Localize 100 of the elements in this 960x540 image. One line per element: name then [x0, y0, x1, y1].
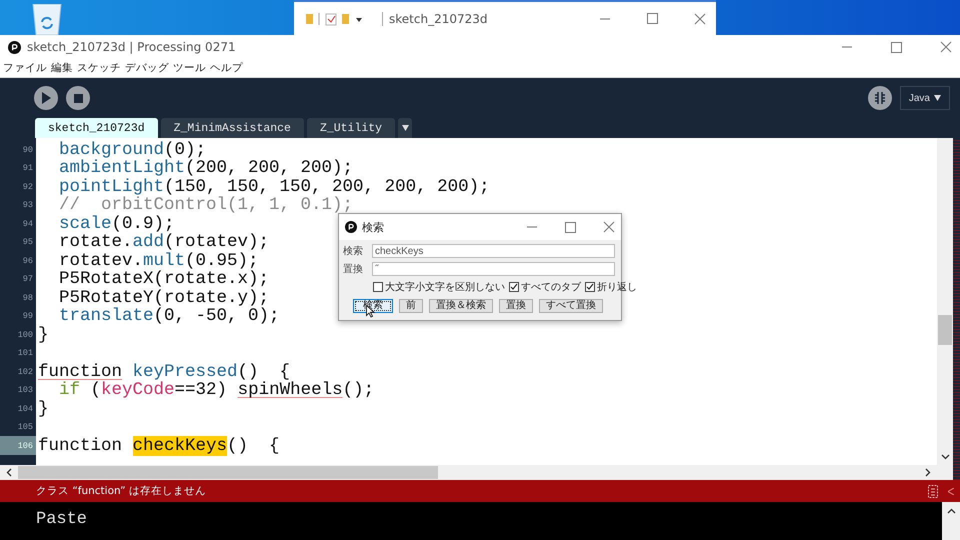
code-token: (0, -50, 0); [154, 306, 280, 326]
checkbox[interactable] [509, 282, 519, 292]
line-number: 90 [22, 144, 34, 157]
input-field[interactable]: ˝ [372, 262, 615, 276]
line-number: 106 [0, 436, 36, 455]
close-icon[interactable] [603, 221, 615, 233]
code-token: function [38, 362, 122, 382]
menu-item[interactable]: ヘルプ [210, 61, 243, 76]
code-token: // orbitControl(1, 1, 0.1); [58, 195, 354, 216]
line-number: 102 [16, 366, 34, 379]
code-token: rotate. [58, 232, 133, 252]
code-token: (150, 150, 150, 200, 200, 200); [164, 176, 490, 197]
maximize-icon[interactable] [565, 222, 576, 232]
line-number: 101 [16, 347, 34, 360]
recycle-bin-icon[interactable] [30, 4, 64, 35]
app-logo-icon [345, 221, 357, 233]
tab-menu-button[interactable] [398, 118, 412, 138]
vertical-scrollbar[interactable] [937, 138, 953, 466]
caret-icon [402, 125, 409, 132]
code-token: P5RotateY(rotate.y); [58, 288, 270, 308]
code-token: checkKeys [132, 436, 228, 456]
dialog-button[interactable]: 前 [399, 299, 423, 313]
chevron-down-icon[interactable] [940, 454, 950, 460]
error-message: クラス “function” は存在しません [36, 484, 207, 498]
menu-item[interactable]: ファイル [3, 61, 47, 76]
line-number: 93 [22, 199, 34, 212]
line-number: 95 [22, 236, 34, 250]
line-number: 91 [22, 162, 34, 176]
code-token: () { [238, 362, 290, 382]
chevron-right-icon[interactable] [925, 468, 931, 478]
menu-item[interactable]: ツール [173, 61, 206, 76]
code-token: (rotatev); [164, 232, 270, 252]
code-token: function [38, 436, 124, 456]
code-token: translate [58, 306, 154, 326]
field-label: 置換 [343, 262, 364, 276]
code-token: () { [227, 436, 280, 456]
code-token: mult [143, 250, 186, 271]
line-number: 99 [22, 310, 34, 324]
code-token: keyPressed [132, 362, 238, 382]
menu-item[interactable]: 編集 [51, 61, 73, 76]
close-icon[interactable] [694, 12, 706, 24]
code-token: ambientLight [58, 158, 186, 178]
editor-tab[interactable]: sketch_210723d [35, 118, 158, 138]
line-number: 97 [22, 273, 34, 286]
code-token: (0.95); [185, 250, 259, 271]
code-token: P5RotateX(rotate.x); [58, 269, 270, 290]
code-token: if [58, 380, 80, 400]
code-token: pointLight [58, 176, 164, 197]
line-number: 104 [16, 402, 34, 416]
dialog-button[interactable]: すべて置換 [539, 299, 603, 313]
caret-icon [934, 95, 941, 102]
menu-item[interactable]: スケッチ [77, 61, 121, 76]
line-number: 92 [22, 180, 34, 194]
checkbox[interactable] [373, 282, 383, 292]
stop-icon [74, 94, 82, 103]
code-token: (200, 200, 200); [185, 158, 354, 178]
checkbox[interactable] [585, 282, 595, 292]
code-token: } [38, 398, 49, 419]
code-token: (); [342, 380, 374, 400]
chevron-up-icon[interactable] [946, 508, 956, 514]
dialog-button[interactable]: 置換 [499, 299, 533, 313]
horizontal-scrollbar[interactable] [0, 465, 953, 480]
scrollbar-thumb[interactable] [18, 466, 438, 480]
code-token: ( [90, 380, 102, 400]
editor-tab[interactable]: Z_Utility [306, 118, 396, 138]
document-icon[interactable] [928, 484, 938, 498]
maximize-icon[interactable] [647, 13, 658, 24]
app-logo-icon [8, 40, 21, 54]
line-number: 96 [22, 254, 34, 268]
mode-dropdown[interactable]: Java [900, 86, 950, 110]
menu-item[interactable]: デバッグ [125, 61, 169, 76]
code-token: spinWheels [238, 380, 343, 400]
scrollbar-thumb[interactable] [938, 315, 952, 346]
code-token: (0); [164, 140, 206, 160]
close-icon[interactable] [940, 41, 952, 54]
dialog-button[interactable]: 置換＆検索 [429, 299, 493, 313]
editor-tab[interactable]: Z_MinimAssistance [160, 118, 304, 138]
code-token: } [38, 324, 49, 345]
dialog-title: 検索 [362, 220, 385, 234]
code-token: scale [58, 214, 112, 234]
line-number: 98 [22, 292, 34, 305]
play-icon [41, 92, 51, 104]
code-token: ==32) [174, 380, 228, 400]
bug-icon [872, 91, 887, 106]
input-field[interactable]: checkKeys [372, 244, 615, 258]
window-title: sketch_210723d [382, 12, 563, 26]
chevron-left-icon[interactable] [6, 468, 12, 478]
line-number: 100 [16, 328, 34, 342]
maximize-icon[interactable] [891, 42, 902, 53]
run-button[interactable] [34, 86, 58, 110]
vertical-scrollbar[interactable] [942, 502, 960, 540]
field-label: 検索 [343, 244, 364, 258]
line-number: 105 [16, 421, 34, 434]
code-token: (0.9); [112, 214, 175, 234]
code-token: keyCode [101, 380, 175, 400]
debugger-button[interactable] [868, 86, 892, 110]
window-title: sketch_210723d | Processing 0271 [27, 40, 237, 54]
checkbox-label: すべてのタブ [521, 280, 581, 294]
line-number: 94 [22, 218, 34, 231]
stop-button[interactable] [66, 86, 90, 110]
